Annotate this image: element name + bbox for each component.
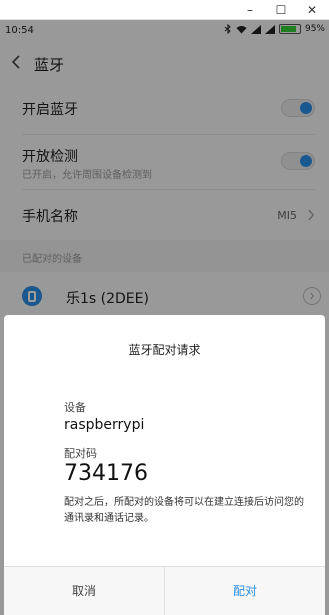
maximize-button[interactable]: ☐ — [266, 0, 296, 20]
cancel-button[interactable]: 取消 — [4, 567, 164, 615]
close-button[interactable]: ✕ — [297, 0, 327, 20]
window-title-bar: – ☐ ✕ — [0, 0, 329, 20]
dialog-title: 蓝牙配对请求 — [128, 343, 201, 357]
pairing-note: 配对之后，所配对的设备将可以在建立连接后访问您的通讯录和通话记录。 — [64, 497, 304, 524]
minimize-button[interactable]: – — [235, 0, 265, 20]
pairing-code-label: 配对码 — [64, 447, 97, 460]
pairing-code-value: 734176 — [64, 461, 148, 486]
pair-button[interactable]: 配对 — [165, 567, 325, 615]
device-value: raspberrypi — [64, 417, 145, 433]
pairing-dialog: 蓝牙配对请求 设备 raspberrypi 配对码 734176 配对之后，所配… — [4, 315, 325, 615]
device-label: 设备 — [64, 401, 86, 414]
